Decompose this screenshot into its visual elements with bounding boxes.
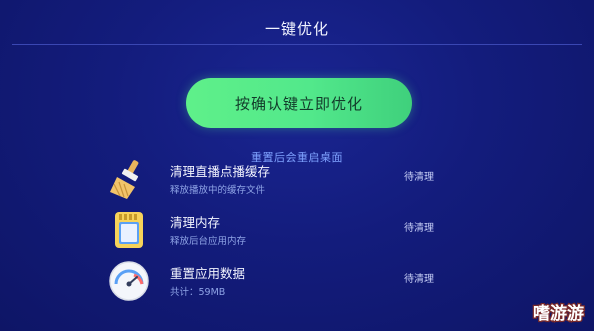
item-title: 重置应用数据: [170, 266, 246, 281]
item-title: 清理直播点播缓存: [170, 164, 271, 179]
item-status: 待清理: [404, 223, 434, 234]
header-divider: [12, 44, 582, 45]
broom-icon: [108, 158, 150, 200]
item-status: 待清理: [404, 274, 434, 285]
optimize-screen: 一键优化 按确认键立即优化 重置后会重启桌面 清理直播点播缓存 释放播放中的缓存…: [0, 0, 594, 331]
item-status: 待清理: [404, 172, 434, 183]
optimize-now-button[interactable]: 按确认键立即优化: [186, 78, 412, 128]
list-item-reset[interactable]: 重置应用数据 共计：59MB 待清理: [108, 260, 448, 304]
item-title: 清理内存: [170, 215, 221, 230]
svg-text:嗜游游: 嗜游游: [533, 303, 584, 324]
gauge-icon: [108, 260, 150, 302]
item-subtitle: 释放后台应用内存: [170, 236, 247, 247]
list-item-memory[interactable]: 清理内存 释放后台应用内存 待清理: [108, 209, 448, 253]
watermark-logo: 嗜游游: [506, 297, 586, 327]
item-subtitle: 共计：59MB: [170, 287, 226, 298]
item-subtitle: 释放播放中的缓存文件: [170, 185, 266, 196]
memory-card-icon: [108, 209, 150, 251]
list-item-cache[interactable]: 清理直播点播缓存 释放播放中的缓存文件 待清理: [108, 158, 448, 202]
page-title: 一键优化: [264, 20, 329, 38]
